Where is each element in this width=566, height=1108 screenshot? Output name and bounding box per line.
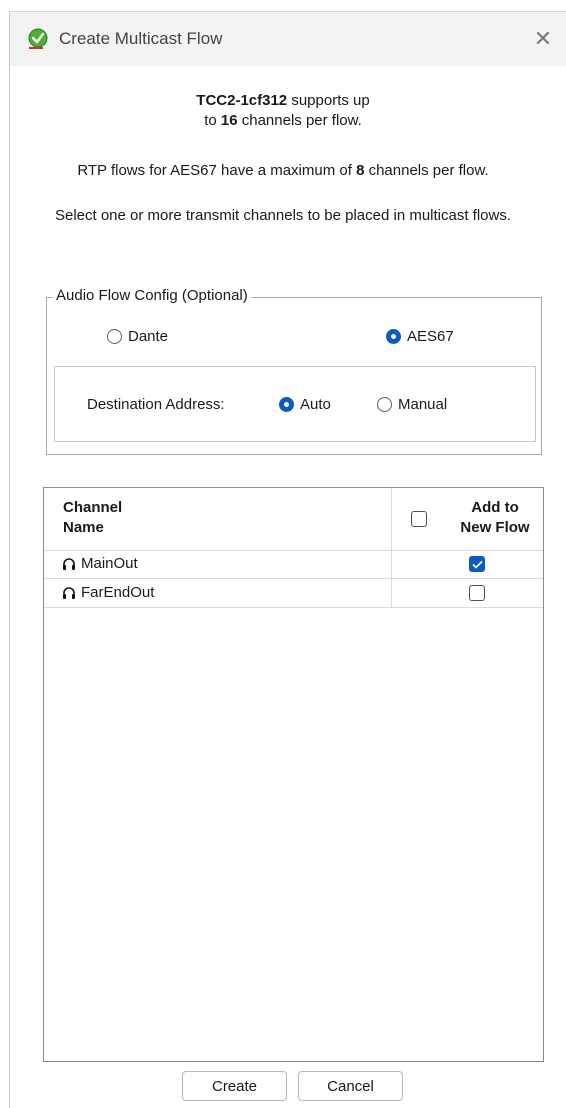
radio-manual[interactable]: Manual xyxy=(377,396,447,413)
radio-auto[interactable]: Auto xyxy=(279,396,331,413)
add-to-flow-checkbox[interactable] xyxy=(469,585,485,601)
channel-name-cell: FarEndOut xyxy=(62,584,154,601)
channel-header-line2: Name xyxy=(63,519,104,536)
radio-manual-indicator[interactable] xyxy=(377,397,392,412)
checkmark-icon xyxy=(471,560,483,569)
table-header: Channel Name Add to New Flow xyxy=(44,488,543,551)
table-row[interactable]: FarEndOut xyxy=(44,579,543,608)
supports-text: supports up xyxy=(287,92,370,109)
title-bar[interactable]: Create Multicast Flow ✕ xyxy=(10,12,566,66)
radio-aes67-indicator[interactable] xyxy=(386,329,401,344)
aes67-prefix: RTP flows for AES67 have a maximum of xyxy=(77,162,357,179)
channel-table: Channel Name Add to New Flow MainOut Far… xyxy=(43,487,544,1062)
radio-auto-label: Auto xyxy=(300,396,331,413)
radio-aes67-label: AES67 xyxy=(407,328,454,345)
capacity-suffix: channels per flow. xyxy=(237,112,362,129)
close-button[interactable]: ✕ xyxy=(520,12,566,66)
select-all-checkbox[interactable] xyxy=(411,511,427,527)
device-capacity-text: TCC2-1cf312 supports up to 16 channels p… xyxy=(0,91,566,131)
radio-dante-label: Dante xyxy=(128,328,169,345)
column-header-add-to-new-flow[interactable]: Add to New Flow xyxy=(452,498,538,538)
add-header-line1: Add to xyxy=(471,499,519,516)
radio-dante-indicator[interactable] xyxy=(107,329,122,344)
cancel-button[interactable]: Cancel xyxy=(298,1071,403,1101)
column-header-channel-name[interactable]: Channel Name xyxy=(63,498,153,538)
add-to-flow-checkbox[interactable] xyxy=(469,556,485,572)
table-row[interactable]: MainOut xyxy=(44,550,543,579)
channel-name: MainOut xyxy=(81,555,138,572)
create-button[interactable]: Create xyxy=(182,1071,287,1101)
radio-aes67[interactable]: AES67 xyxy=(386,328,454,345)
channel-name: FarEndOut xyxy=(81,584,155,601)
window-title: Create Multicast Flow xyxy=(59,29,223,48)
radio-auto-indicator[interactable] xyxy=(279,397,294,412)
capacity-prefix: to xyxy=(204,112,221,129)
radio-dante[interactable]: Dante xyxy=(107,328,168,345)
channel-name-cell: MainOut xyxy=(62,555,138,572)
instruction-text: Select one or more transmit channels to … xyxy=(54,207,512,224)
audio-flow-config-legend: Audio Flow Config (Optional) xyxy=(53,287,251,304)
close-icon: ✕ xyxy=(533,26,553,51)
add-header-line2: New Flow xyxy=(460,519,530,536)
destination-address-label: Destination Address: xyxy=(87,396,225,413)
aes67-limit-text: RTP flows for AES67 have a maximum of 8 … xyxy=(0,162,566,179)
channel-header-line1: Channel xyxy=(63,499,123,516)
headphones-icon xyxy=(63,557,75,570)
radio-manual-label: Manual xyxy=(398,396,448,413)
headphones-icon xyxy=(63,586,75,599)
device-name: TCC2-1cf312 xyxy=(196,92,288,109)
aes67-suffix: channels per flow. xyxy=(364,162,489,179)
max-channels: 16 xyxy=(220,112,238,129)
app-check-icon xyxy=(28,28,48,49)
